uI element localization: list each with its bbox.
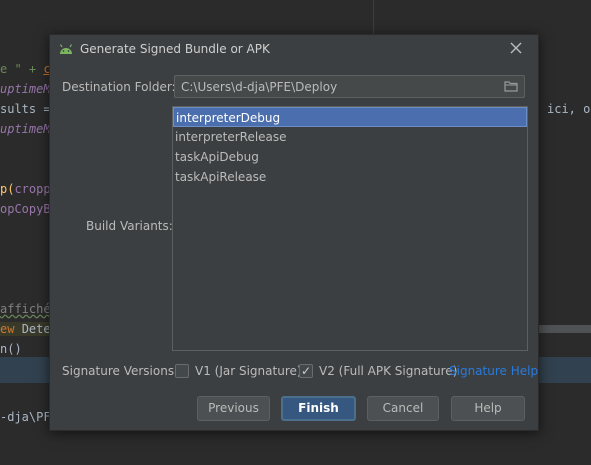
generate-signed-bundle-dialog: Generate Signed Bundle or APK Destinatio… — [49, 34, 539, 431]
code-line-9: n() — [0, 342, 22, 356]
previous-button[interactable]: Previous — [197, 396, 270, 421]
variant-item-interpreter-release[interactable]: interpreterRelease — [173, 127, 527, 147]
v2-signature-checkbox[interactable]: ✓ — [299, 364, 313, 378]
destination-folder-value[interactable]: C:\Users\d-dja\PFE\Deploy — [181, 80, 337, 94]
code-line-4: uptimeM — [0, 122, 51, 136]
code-token: cropp — [14, 182, 51, 196]
cancel-button[interactable]: Cancel — [367, 396, 439, 421]
code-token: e " + — [0, 62, 44, 76]
finish-button[interactable]: Finish — [281, 396, 356, 421]
code-line-6: opCopyB — [0, 202, 51, 216]
code-token: Dete — [21, 322, 51, 336]
folder-icon[interactable] — [504, 80, 518, 92]
variant-item-task-api-debug[interactable]: taskApiDebug — [173, 147, 527, 167]
editor-guide-line — [373, 0, 374, 36]
code-line-2: uptimeM — [0, 82, 51, 96]
android-icon — [59, 44, 73, 54]
code-line-5: p(cropp — [0, 182, 51, 196]
code-line-7: affiché — [0, 302, 51, 316]
code-token: p( — [0, 182, 15, 196]
checkmark-icon: ✓ — [301, 364, 312, 378]
v2-signature-label[interactable]: V2 (Full APK Signature) — [319, 364, 457, 378]
code-line-1: e " + c — [0, 62, 51, 76]
dialog-titlebar[interactable]: Generate Signed Bundle or APK — [50, 35, 538, 65]
signature-help-link[interactable]: Signature Help — [449, 364, 538, 378]
code-token: ew — [0, 322, 22, 336]
close-icon[interactable] — [509, 41, 523, 55]
signature-versions-label: Signature Versions: — [62, 364, 179, 378]
variant-item-interpreter-debug[interactable]: interpreterDebug — [173, 107, 527, 127]
code-line-3-right: ici, o — [547, 102, 591, 116]
v1-signature-label[interactable]: V1 (Jar Signature) — [195, 364, 302, 378]
code-line-10: -dja\PF — [0, 410, 51, 424]
destination-folder-label: Destination Folder: — [62, 80, 176, 94]
code-line-8: ew Dete — [0, 322, 51, 336]
v1-signature-checkbox[interactable] — [175, 364, 189, 378]
destination-folder-field[interactable]: C:\Users\d-dja\PFE\Deploy — [174, 75, 525, 98]
variant-item-task-api-release[interactable]: taskApiRelease — [173, 167, 527, 187]
dialog-title: Generate Signed Bundle or APK — [80, 42, 270, 56]
help-button[interactable]: Help — [451, 396, 525, 421]
build-variants-list[interactable]: interpreterDebug interpreterRelease task… — [172, 106, 528, 351]
horizontal-scrollbar[interactable] — [539, 325, 591, 333]
code-line-3: sults = — [0, 102, 51, 116]
build-variants-label: Build Variants: — [86, 219, 173, 233]
